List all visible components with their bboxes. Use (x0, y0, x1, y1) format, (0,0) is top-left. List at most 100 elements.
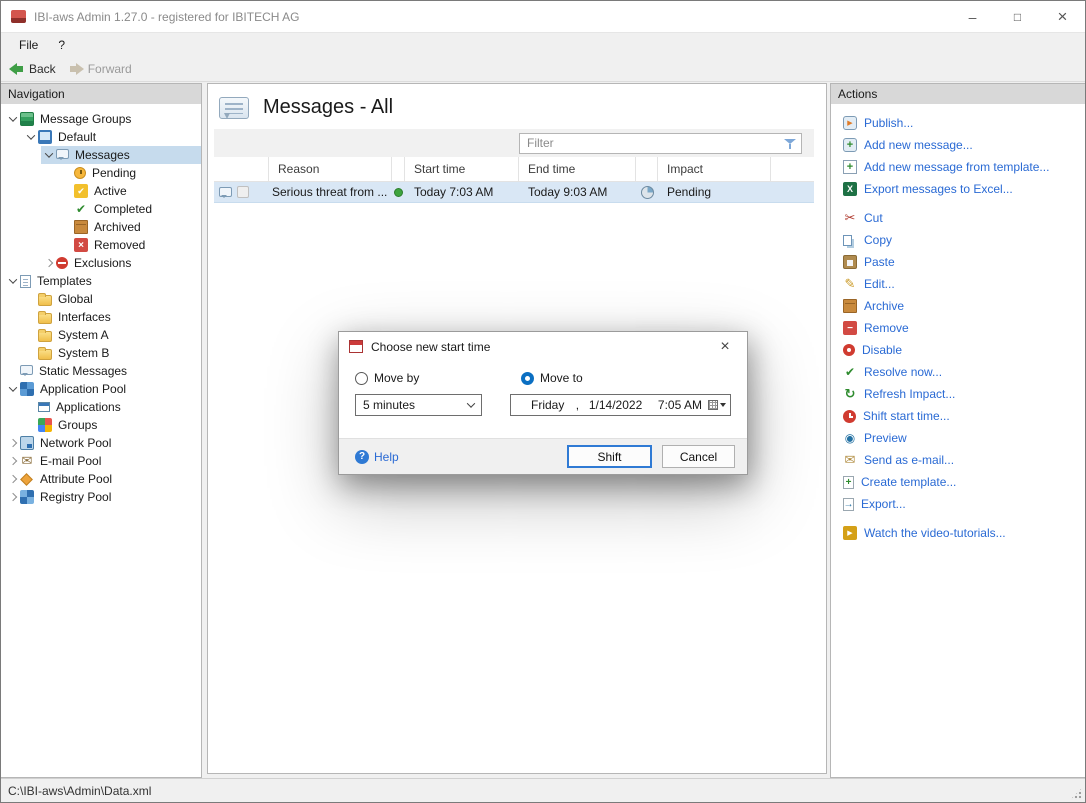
cancel-button[interactable]: Cancel (662, 445, 735, 468)
tree-item-message-groups[interactable]: Message Groups (5, 110, 201, 128)
action-preview[interactable]: Preview (831, 427, 1085, 449)
tree-item-label: Network Pool (40, 436, 111, 450)
export-icon (843, 498, 854, 511)
chevron-collapsed-icon[interactable] (5, 458, 20, 464)
tree-item-messages[interactable]: Messages (41, 146, 201, 164)
chevron-expanded-icon[interactable] (5, 116, 20, 122)
column-header-impact[interactable]: Impact (658, 157, 771, 182)
filter-funnel-icon[interactable] (783, 137, 797, 151)
tree-item-pending[interactable]: Pending (59, 164, 201, 182)
action-disable[interactable]: Disable (831, 339, 1085, 361)
help-link[interactable]: Help (355, 450, 399, 464)
filter-strip (214, 129, 814, 157)
column-header-filler (771, 157, 814, 182)
action-create-template[interactable]: Create template... (831, 471, 1085, 493)
action-publish[interactable]: Publish... (831, 112, 1085, 134)
chevron-collapsed-icon[interactable] (5, 476, 20, 482)
impact-pending-icon (641, 186, 654, 199)
tree-item-static-messages[interactable]: Static Messages (5, 362, 201, 380)
tree-item-templates[interactable]: Templates (5, 272, 201, 290)
folder-icon (38, 313, 52, 324)
action-copy[interactable]: Copy (831, 229, 1085, 251)
action-watch-the-video-tutorials[interactable]: Watch the video-tutorials... (831, 522, 1085, 544)
action-add-new-message-from-template[interactable]: Add new message from template... (831, 156, 1085, 178)
tree-item-applications[interactable]: Applications (23, 398, 201, 416)
navigation-panel: Navigation Message GroupsDefaultMessages… (1, 83, 202, 778)
action-archive[interactable]: Archive (831, 295, 1085, 317)
table-row[interactable]: Serious threat from ... Today 7:03 AM To… (214, 182, 814, 203)
column-header-impact-icon[interactable] (636, 157, 658, 182)
chevron-down-icon (467, 399, 475, 407)
calendar-dropdown-button[interactable] (706, 395, 727, 415)
menu-file[interactable]: File (9, 33, 48, 57)
action-label: Create template... (861, 475, 956, 489)
tree-item-global[interactable]: Global (23, 290, 201, 308)
datetime-time[interactable]: 7:05 AM (658, 398, 707, 412)
action-shift-start-time[interactable]: Shift start time... (831, 405, 1085, 427)
column-header-start-time[interactable]: Start time (405, 157, 519, 182)
filter-input[interactable] (519, 133, 802, 154)
chevron-expanded-icon[interactable] (5, 278, 20, 284)
tree-item-archived[interactable]: Archived (59, 218, 201, 236)
tree-item-application-pool[interactable]: Application Pool (5, 380, 201, 398)
chevron-expanded-icon[interactable] (23, 134, 38, 140)
tree-item-label: E-mail Pool (40, 454, 101, 468)
shift-button[interactable]: Shift (567, 445, 652, 468)
datetime-picker[interactable]: Friday , 1/14/2022 7:05 AM (510, 394, 731, 416)
column-header-status[interactable] (392, 157, 405, 182)
refresh-icon (843, 387, 857, 401)
tree-item-attribute-pool[interactable]: Attribute Pool (5, 470, 201, 488)
action-send-as-e-mail[interactable]: Send as e-mail... (831, 449, 1085, 471)
tree-item-system-b[interactable]: System B (23, 344, 201, 362)
move-to-radio[interactable]: Move to (521, 371, 583, 385)
close-button[interactable]: × (1040, 1, 1085, 32)
navigation-header: Navigation (1, 84, 201, 104)
move-by-radio[interactable]: Move by (355, 371, 521, 385)
datetime-date[interactable]: 1/14/2022 (589, 398, 658, 412)
tree-item-exclusions[interactable]: Exclusions (41, 254, 201, 272)
action-export-messages-to-excel[interactable]: Export messages to Excel... (831, 178, 1085, 200)
datetime-day[interactable]: Friday (531, 398, 576, 412)
tree-item-default[interactable]: Default (23, 128, 201, 146)
tree-item-interfaces[interactable]: Interfaces (23, 308, 201, 326)
tree-item-registry-pool[interactable]: Registry Pool (5, 488, 201, 506)
column-header-reason[interactable]: Reason (269, 157, 392, 182)
maximize-button[interactable]: □ (995, 1, 1040, 32)
tree-item-groups[interactable]: Groups (23, 416, 201, 434)
action-refresh-impact[interactable]: Refresh Impact... (831, 383, 1085, 405)
menu-help[interactable]: ? (48, 33, 75, 57)
action-export[interactable]: Export... (831, 493, 1085, 515)
action-edit[interactable]: Edit... (831, 273, 1085, 295)
action-paste[interactable]: Paste (831, 251, 1085, 273)
action-add-new-message[interactable]: Add new message... (831, 134, 1085, 156)
tree-item-network-pool[interactable]: Network Pool (5, 434, 201, 452)
tree-item-completed[interactable]: Completed (59, 200, 201, 218)
column-header-end-time[interactable]: End time (519, 157, 636, 182)
chevron-expanded-icon[interactable] (5, 386, 20, 392)
column-header-icons[interactable] (214, 157, 269, 182)
dialog-close-button[interactable]: × (703, 332, 747, 361)
minimize-button[interactable]: – (950, 1, 995, 32)
action-cut[interactable]: Cut (831, 207, 1085, 229)
tree-item-active[interactable]: Active (59, 182, 201, 200)
cell-icons (214, 182, 269, 203)
chevron-collapsed-icon[interactable] (5, 494, 20, 500)
forward-button[interactable]: Forward (64, 60, 140, 78)
action-label: Disable (862, 343, 902, 357)
chevron-expanded-icon[interactable] (41, 152, 56, 158)
move-by-select[interactable]: 5 minutes (355, 394, 482, 416)
action-label: Publish... (864, 116, 913, 130)
tree-item-system-a[interactable]: System A (23, 326, 201, 344)
cell-impact: Pending (658, 182, 771, 203)
tree-item-e-mail-pool[interactable]: E-mail Pool (5, 452, 201, 470)
status-text: C:\IBI-aws\Admin\Data.xml (8, 784, 151, 798)
action-resolve-now[interactable]: Resolve now... (831, 361, 1085, 383)
tree-item-removed[interactable]: Removed (59, 236, 201, 254)
chevron-collapsed-icon[interactable] (5, 440, 20, 446)
tree-item-label: Archived (94, 220, 141, 234)
action-remove[interactable]: Remove (831, 317, 1085, 339)
resize-grip[interactable] (1070, 787, 1083, 800)
action-label: Remove (864, 321, 909, 335)
chevron-collapsed-icon[interactable] (41, 260, 56, 266)
back-button[interactable]: Back (5, 60, 64, 78)
